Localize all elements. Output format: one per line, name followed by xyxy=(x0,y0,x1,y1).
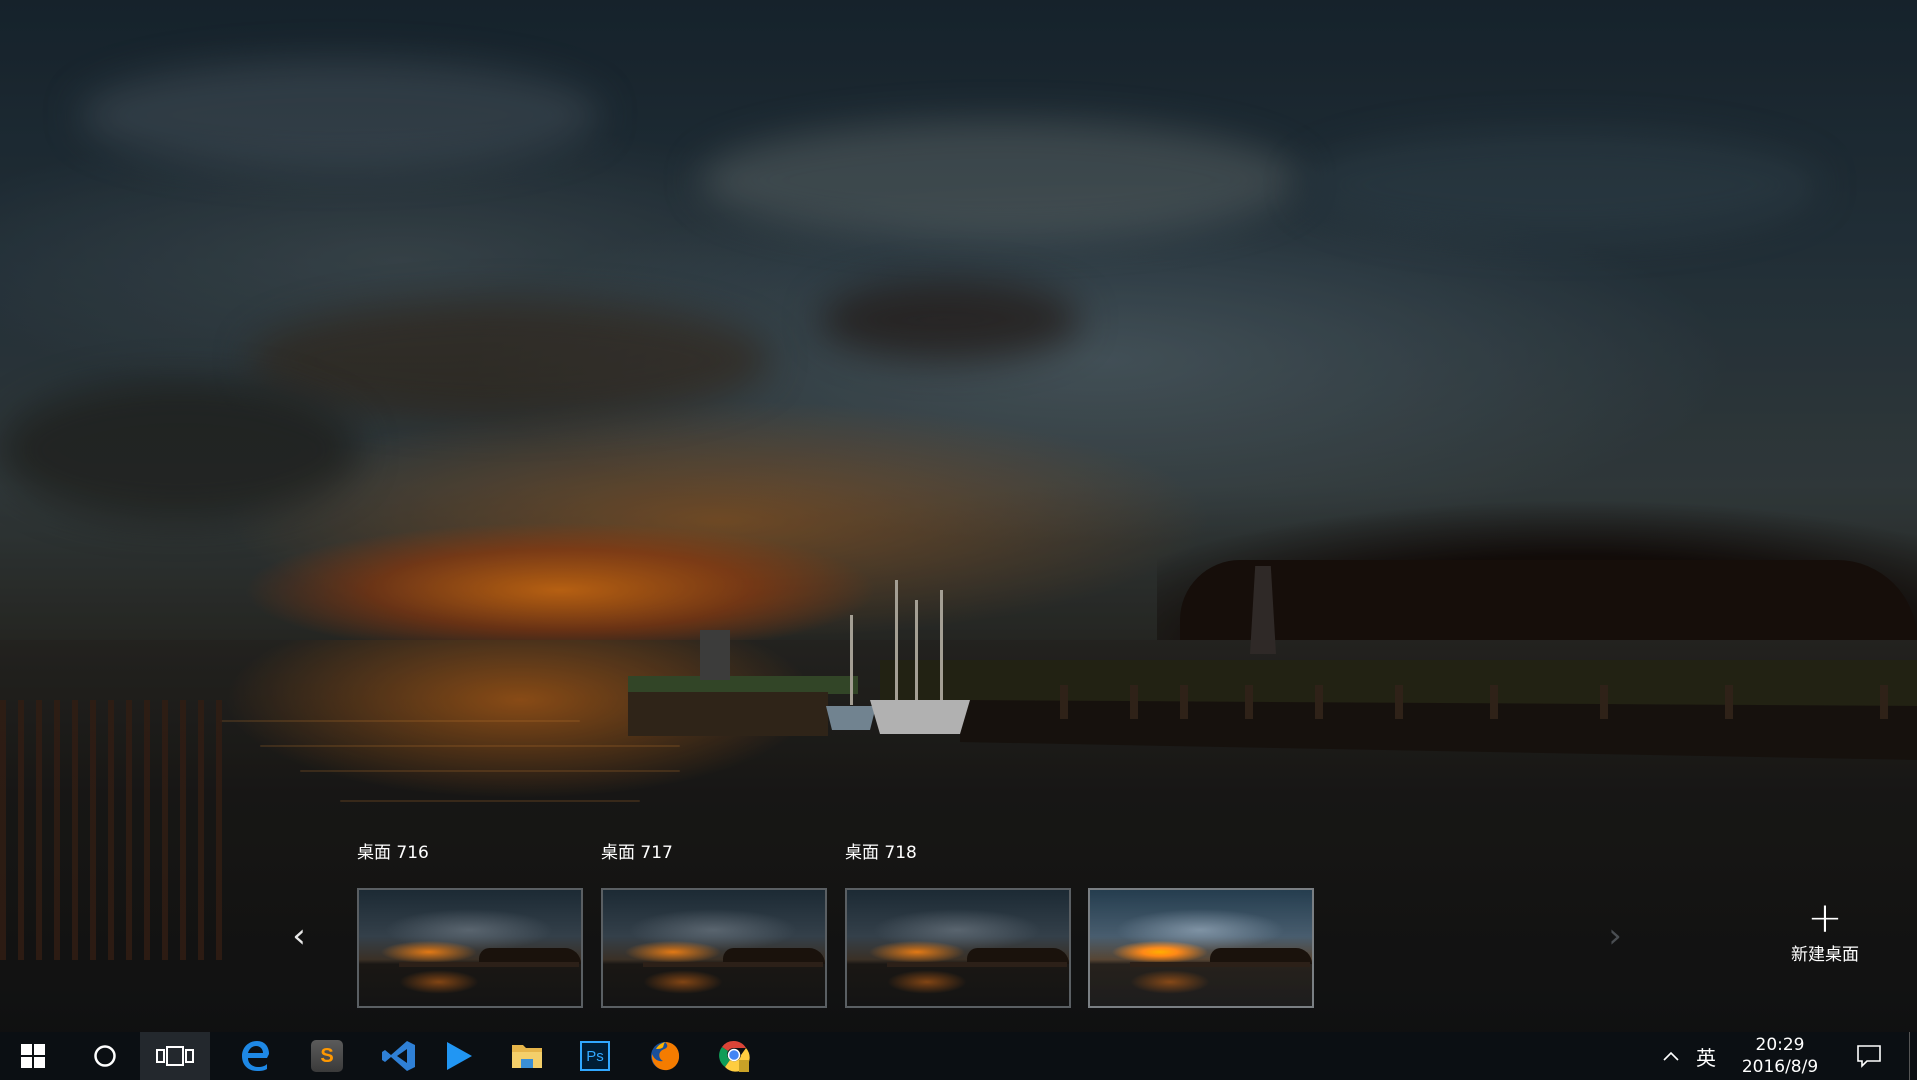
chrome-icon xyxy=(719,1040,750,1072)
sublime-text-icon: S xyxy=(311,1040,343,1072)
sublime-app-button[interactable]: S xyxy=(292,1032,362,1080)
show-desktop-button[interactable] xyxy=(1909,1032,1917,1080)
chevron-up-icon xyxy=(1663,1051,1679,1061)
taskbar: S Ps 英 20:29 2016/8/9 xyxy=(0,1032,1917,1080)
task-view-button[interactable] xyxy=(140,1032,210,1080)
firefox-app-button[interactable] xyxy=(630,1032,700,1080)
show-hidden-icons-chevron[interactable] xyxy=(1656,1032,1686,1080)
edge-app-button[interactable] xyxy=(220,1032,290,1080)
scroll-left-arrow[interactable]: ‹ xyxy=(284,916,314,956)
virtual-desktop-strip: ‹ 桌面 716 桌面 717 桌面 718 › + 新建桌面 xyxy=(0,838,1917,1010)
firefox-icon xyxy=(651,1042,680,1071)
plus-icon: + xyxy=(1807,893,1843,942)
file-explorer-icon xyxy=(512,1045,542,1068)
task-view-icon xyxy=(156,1046,194,1066)
new-desktop-button[interactable]: + 新建桌面 xyxy=(1780,893,1870,966)
cortana-circle-icon xyxy=(94,1045,116,1067)
media-player-icon xyxy=(447,1042,472,1070)
action-center-button[interactable] xyxy=(1848,1032,1890,1080)
cortana-button[interactable] xyxy=(70,1032,140,1080)
new-desktop-label: 新建桌面 xyxy=(1791,945,1859,965)
ime-indicator[interactable]: 英 xyxy=(1688,1032,1724,1080)
desktop-label: 桌面 716 xyxy=(357,843,429,863)
scroll-right-arrow[interactable]: › xyxy=(1600,916,1630,956)
clock-time: 20:29 xyxy=(1755,1035,1805,1055)
clock-date: 2016/8/9 xyxy=(1741,1057,1819,1077)
start-button[interactable] xyxy=(0,1032,66,1080)
windows-logo-icon xyxy=(21,1044,45,1068)
photoshop-app-button[interactable]: Ps xyxy=(560,1032,630,1080)
clock[interactable]: 20:29 2016/8/9 xyxy=(1720,1032,1840,1080)
desktop-thumbnail[interactable] xyxy=(845,888,1071,1008)
desktop-thumbnail[interactable] xyxy=(357,888,583,1008)
file-explorer-app-button[interactable] xyxy=(492,1032,562,1080)
edge-icon xyxy=(242,1041,269,1071)
desktop-label: 桌面 718 xyxy=(845,843,917,863)
notification-icon xyxy=(1857,1045,1881,1068)
visual-studio-code-icon xyxy=(382,1041,415,1071)
media-player-app-button[interactable] xyxy=(424,1032,494,1080)
desktop-thumbnail[interactable] xyxy=(601,888,827,1008)
chrome-app-button[interactable] xyxy=(700,1032,770,1080)
desktop-thumbnail[interactable] xyxy=(1088,888,1314,1008)
desktop-label: 桌面 717 xyxy=(601,843,673,863)
photoshop-icon: Ps xyxy=(580,1041,610,1071)
